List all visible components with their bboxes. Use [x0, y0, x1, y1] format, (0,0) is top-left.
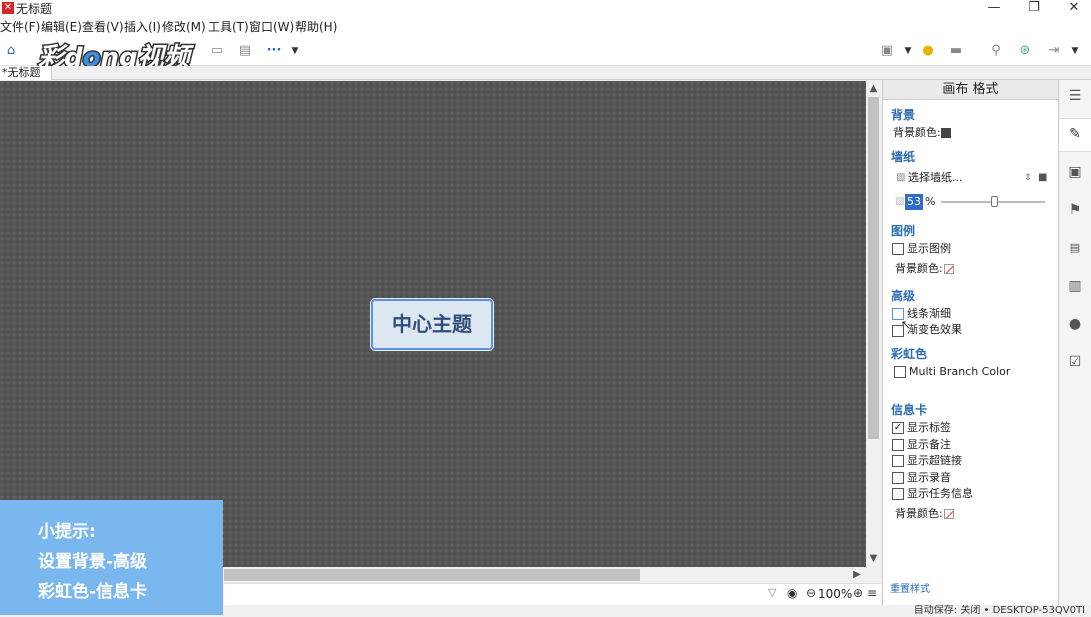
minimize-button[interactable]: —: [974, 0, 1014, 18]
comment-icon[interactable]: ●: [1067, 316, 1083, 332]
select-wallpaper[interactable]: 选择墙纸...: [908, 171, 963, 185]
multi-branch-color-checkbox[interactable]: [894, 366, 906, 378]
close-button[interactable]: ✕: [1054, 0, 1091, 18]
menu-file[interactable]: 文件(F): [0, 20, 40, 35]
outline-icon[interactable]: ☰: [1067, 88, 1083, 104]
chevron-down-icon[interactable]: ▼: [1067, 43, 1083, 59]
scroll-right-icon[interactable]: ▶: [850, 568, 864, 582]
percent-label: %: [925, 195, 936, 208]
show-audio-checkbox[interactable]: [892, 472, 904, 484]
show-hyperlinks-checkbox[interactable]: [892, 455, 904, 467]
tip-title: 小提示:: [38, 522, 96, 542]
show-legend-checkbox[interactable]: [892, 243, 904, 255]
info-card-color-swatch[interactable]: [944, 509, 954, 519]
presentation-icon[interactable]: ▣: [879, 43, 895, 59]
xmind-icon: ✕: [2, 2, 14, 14]
image-icon[interactable]: ▣: [1067, 164, 1083, 180]
scroll-down-icon[interactable]: ▼: [866, 552, 881, 566]
horizontal-scroll-thumb[interactable]: [224, 569, 640, 581]
background-color-swatch[interactable]: [941, 128, 951, 138]
title-bar: ✕ 无标题 — ❐ ✕: [0, 0, 1091, 18]
more-icon[interactable]: ···: [266, 43, 282, 59]
menu-bar: 文件(F) 编辑(E) 查看(V) 插入(I) 修改(M) 工具(T) 窗口(W…: [0, 18, 1091, 37]
advanced-heading: 高级: [891, 289, 916, 303]
reset-style-link[interactable]: 重置样式: [890, 583, 930, 597]
tip-overlay: 小提示: 设置背景-高级 彩虹色-信息卡: [0, 500, 223, 615]
show-audio-label: 显示录音: [907, 471, 951, 484]
background-color-label: 背景颜色:: [893, 126, 941, 139]
tip-line-1: 设置背景-高级: [38, 552, 148, 572]
gradient-label: 渐变色效果: [907, 323, 962, 336]
menu-edit[interactable]: 编辑(E): [41, 20, 82, 35]
panel-title: 画布 格式: [883, 80, 1058, 100]
style-icon[interactable]: ▤: [1067, 240, 1083, 256]
menu-tools[interactable]: 工具(T): [208, 20, 249, 35]
format-brush-icon[interactable]: ✎: [1067, 126, 1083, 142]
window-title: 无标题: [16, 2, 53, 16]
eye-icon[interactable]: ◉: [787, 586, 797, 600]
show-hyperlinks-label: 显示超链接: [907, 454, 962, 467]
share-icon[interactable]: ⊛: [1017, 43, 1033, 59]
menu-help[interactable]: 帮助(H): [295, 20, 337, 35]
background-heading: 背景: [891, 108, 916, 122]
info-card-heading: 信息卡: [891, 403, 928, 417]
export-icon[interactable]: ⇥: [1046, 43, 1062, 59]
status-bar: ▽ ◉ ⊖ 100% ⊕ ≡: [224, 583, 881, 605]
side-rail: ☰ ✎ ▣ ⚑ ▤ ▥ ● ☑: [1059, 80, 1091, 605]
lightbulb-icon[interactable]: ●: [920, 43, 936, 59]
opacity-slider-knob[interactable]: [991, 196, 998, 207]
trash-icon[interactable]: ■: [1038, 171, 1047, 185]
opacity-input[interactable]: 53: [905, 194, 923, 210]
gantt-icon[interactable]: ▬: [948, 43, 964, 59]
zoom-in-icon[interactable]: ⊕: [853, 586, 863, 600]
chevron-down-icon[interactable]: ▼: [900, 43, 916, 59]
legend-heading: 图例: [891, 224, 916, 238]
show-tags-label: 显示标签: [907, 421, 951, 434]
menu-modify[interactable]: 修改(M): [162, 20, 206, 35]
taper-lines-label: 线条渐细: [907, 307, 951, 320]
wallpaper-heading: 墙纸: [891, 150, 916, 164]
tab-bar: [0, 66, 1091, 80]
filter-icon[interactable]: ▽: [768, 586, 776, 599]
info-card-color-label: 背景颜色:: [895, 507, 943, 520]
chevron-down-icon[interactable]: ▼: [287, 43, 303, 59]
show-legend-label: 显示图例: [907, 242, 951, 255]
spinner-icon[interactable]: ⇕: [1024, 171, 1032, 185]
home-icon[interactable]: ⌂: [3, 43, 19, 59]
show-task-info-checkbox[interactable]: [892, 488, 904, 500]
restore-button[interactable]: ❐: [1014, 0, 1054, 18]
search-icon[interactable]: ⚲: [988, 43, 1004, 59]
zoom-level: 100%: [818, 587, 853, 601]
flag-icon[interactable]: ⚑: [1067, 202, 1083, 218]
show-tags-checkbox[interactable]: ✓: [892, 422, 904, 434]
format-panel: 画布 格式 背景 背景颜色: 墙纸 ▧ 选择墙纸... ⇕ ■ ▧ 53 % 图…: [882, 80, 1059, 605]
menu-window[interactable]: 窗口(W): [249, 20, 294, 35]
image-icon: ▧: [895, 196, 905, 207]
zoom-out-icon[interactable]: ⊖: [806, 586, 816, 600]
image-icon: ▧: [896, 172, 906, 183]
tip-line-2: 彩虹色-信息卡: [38, 582, 148, 602]
autosave-label: 自动保存: 关闭: [913, 605, 981, 616]
user-name: DESKTOP-53QV0TI: [992, 605, 1085, 616]
tab-untitled[interactable]: *无标题: [0, 66, 52, 80]
notes-icon[interactable]: ▥: [1067, 278, 1083, 294]
multi-branch-color-label: Multi Branch Color: [909, 365, 1011, 378]
scroll-up-icon[interactable]: ▲: [866, 82, 881, 96]
fit-icon[interactable]: ≡: [867, 586, 877, 600]
legend-color-swatch[interactable]: [944, 264, 954, 274]
map-icon[interactable]: ▭: [209, 43, 225, 59]
show-notes-label: 显示备注: [907, 438, 951, 451]
task-icon[interactable]: ☑: [1067, 354, 1083, 370]
menu-insert[interactable]: 插入(I): [124, 20, 161, 35]
mouse-cursor-icon: ↖: [901, 318, 911, 331]
outline-icon[interactable]: ▤: [237, 43, 253, 59]
show-task-info-label: 显示任务信息: [907, 487, 973, 500]
menu-view[interactable]: 查看(V): [82, 20, 124, 35]
legend-color-label: 背景颜色:: [895, 262, 943, 275]
rainbow-heading: 彩虹色: [891, 347, 928, 361]
autosave-status: 自动保存: 关闭 • DESKTOP-53QV0TI: [913, 605, 1085, 616]
central-topic[interactable]: 中心主题: [371, 299, 493, 350]
vertical-scroll-thumb[interactable]: [868, 97, 879, 439]
show-notes-checkbox[interactable]: [892, 439, 904, 451]
